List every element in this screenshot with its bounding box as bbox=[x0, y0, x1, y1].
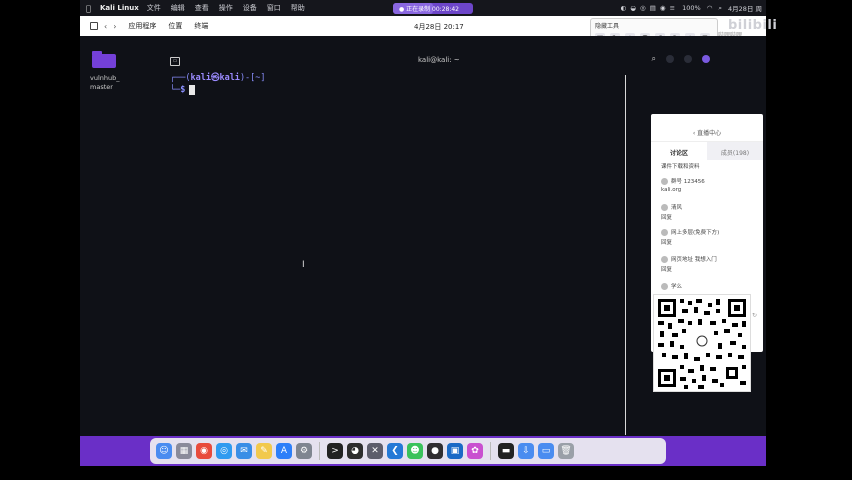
terminal-cursor bbox=[189, 84, 196, 95]
dock: ☺ ▦ ◉ ◎ ✉ ✎ A ⚙ > ◕ ✕ ❮ ☻ ● ▣ ✿ ▬ ⇩ ▭ 🗑 bbox=[150, 438, 666, 464]
tools-icon[interactable]: ✕ bbox=[367, 443, 383, 459]
recording-indicator[interactable]: ● 正在录制 00:28:42 bbox=[393, 3, 473, 14]
mac-menu-bar:  Kali Linux 文件 编辑 查看 操作 设备 窗口 帮助 ● 正在录制… bbox=[80, 0, 766, 16]
panel-line: 清风 bbox=[661, 203, 682, 211]
panel-line[interactable]: kali.org bbox=[661, 187, 681, 193]
panel-terminal[interactable]: 终端 bbox=[194, 21, 208, 31]
terminal-tab-icon[interactable]: ▭ bbox=[170, 56, 180, 66]
wifi-icon[interactable]: ◠ bbox=[707, 4, 713, 12]
text-cursor-icon: I bbox=[302, 260, 305, 270]
mail-icon[interactable]: ✉ bbox=[236, 443, 252, 459]
virtualbox-icon[interactable]: ▣ bbox=[447, 443, 463, 459]
user-avatar bbox=[661, 283, 668, 290]
search-icon[interactable]: ⌕ bbox=[718, 4, 722, 13]
qq-icon[interactable]: ◕ bbox=[347, 443, 363, 459]
menu-action[interactable]: 操作 bbox=[219, 3, 233, 13]
panel-line: 课件下载和资料 bbox=[661, 164, 700, 170]
terminal-close-icon[interactable] bbox=[702, 55, 710, 63]
toolbar-title[interactable]: 隐藏工具 bbox=[595, 21, 619, 30]
status-icons[interactable]: ◐ ◒ ◎ ▤ ◉ ≡ bbox=[621, 4, 677, 12]
qr-refresh-icon[interactable]: ↻ bbox=[752, 312, 757, 319]
battery-percent: 100% bbox=[682, 4, 701, 12]
user-avatar bbox=[661, 229, 668, 236]
panel-line: 网页地址 我想入门 bbox=[661, 255, 717, 263]
recording-label: ● 正在录制 00:28:42 bbox=[399, 6, 459, 13]
user-avatar bbox=[661, 204, 668, 211]
menu-devices[interactable]: 设备 bbox=[243, 3, 257, 13]
menu-window[interactable]: 窗口 bbox=[267, 3, 281, 13]
folder-icon[interactable]: ▭ bbox=[538, 443, 554, 459]
status-area: ◐ ◒ ◎ ▤ ◉ ≡ 100% ◠ ⌕ 4月28日 周 bbox=[621, 0, 763, 16]
panel-line: 群号 123456 bbox=[661, 177, 705, 185]
menu-view[interactable]: 查看 bbox=[195, 3, 209, 13]
tab-discussion[interactable]: 讨论区 bbox=[651, 142, 707, 160]
launchpad-icon[interactable]: ▦ bbox=[176, 443, 192, 459]
menu-clock[interactable]: 4月28日 周 bbox=[728, 3, 762, 13]
dock-separator bbox=[319, 442, 320, 460]
user-avatar bbox=[661, 256, 668, 263]
terminal-actions: ⌕ bbox=[652, 54, 710, 64]
sequel-icon[interactable]: ✿ bbox=[467, 443, 483, 459]
panel-tabs: 讨论区 成员(198) bbox=[651, 142, 763, 160]
finder-icon[interactable]: ☺ bbox=[156, 443, 172, 459]
panel-line[interactable]: 回复 bbox=[661, 265, 672, 273]
apple-icon[interactable]:  bbox=[86, 4, 96, 13]
panel-places[interactable]: 位置 bbox=[168, 21, 182, 31]
back-icon[interactable]: ‹ bbox=[104, 22, 107, 31]
settings-icon[interactable]: ⚙ bbox=[296, 443, 312, 459]
panel-clock[interactable]: 4月28日 20:17 bbox=[414, 22, 464, 32]
dock-separator bbox=[490, 442, 491, 460]
panel-line: 学么 bbox=[661, 282, 682, 290]
menu-file[interactable]: 文件 bbox=[147, 3, 161, 13]
user-avatar bbox=[661, 178, 668, 185]
folder-icon[interactable] bbox=[92, 51, 116, 68]
panel-line[interactable]: 回复 bbox=[661, 213, 672, 221]
appstore-icon[interactable]: A bbox=[276, 443, 292, 459]
app-name-menu[interactable]: Kali Linux bbox=[100, 4, 139, 12]
divider-line bbox=[625, 75, 626, 435]
vscode-icon[interactable]: ❮ bbox=[387, 443, 403, 459]
terminal-icon[interactable]: > bbox=[327, 443, 343, 459]
terminal-title: kali@kali: ~ bbox=[418, 56, 460, 64]
downloads-icon[interactable]: ⇩ bbox=[518, 443, 534, 459]
wechat-icon[interactable]: ☻ bbox=[407, 443, 423, 459]
terminal-minimize-icon[interactable] bbox=[684, 55, 692, 63]
terminal2-icon[interactable]: ▬ bbox=[498, 443, 514, 459]
panel-line: 网上多层(免费下方) bbox=[661, 228, 719, 236]
qr-code-graphic bbox=[658, 299, 746, 389]
obs-icon[interactable]: ● bbox=[427, 443, 443, 459]
forward-icon[interactable]: › bbox=[113, 22, 116, 31]
panel-line[interactable]: 回复 bbox=[661, 238, 672, 246]
terminal-search-icon[interactable]: ⌕ bbox=[652, 54, 656, 64]
panel-applications[interactable]: 应用程序 bbox=[128, 21, 156, 31]
panel-header[interactable]: ‹ 直播中心 bbox=[651, 114, 763, 142]
safari-icon[interactable]: ◎ bbox=[216, 443, 232, 459]
menu-edit[interactable]: 编辑 bbox=[171, 3, 185, 13]
terminal-header: ▭ kali@kali: ~ ⌕ bbox=[170, 54, 710, 68]
qr-code bbox=[653, 294, 751, 392]
apps-grid-icon[interactable] bbox=[90, 22, 98, 30]
terminal-prompt[interactable]: ┌──(kali㉿kali)-[~] └─$ bbox=[170, 72, 266, 96]
notes-icon[interactable]: ✎ bbox=[256, 443, 272, 459]
terminal-menu-icon[interactable] bbox=[666, 55, 674, 63]
bilibili-logo: bilibili bbox=[728, 18, 778, 33]
menu-help[interactable]: 帮助 bbox=[291, 3, 305, 13]
chrome-icon[interactable]: ◉ bbox=[196, 443, 212, 459]
tab-members[interactable]: 成员(198) bbox=[707, 142, 763, 160]
trash-icon[interactable]: 🗑 bbox=[558, 443, 574, 459]
folder-label[interactable]: vulnhub_ master bbox=[90, 74, 120, 92]
